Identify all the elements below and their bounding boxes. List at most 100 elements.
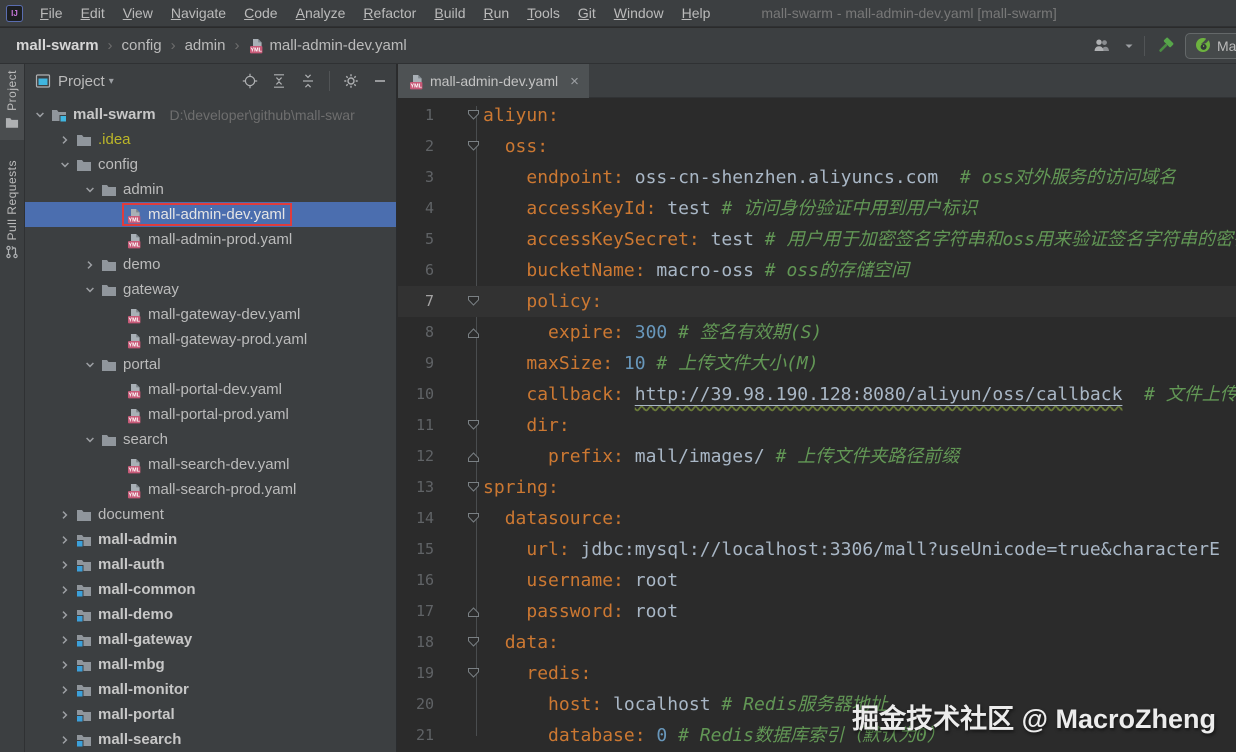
tree-item-gateway[interactable]: gateway [25,277,396,302]
code-line[interactable]: 13spring: [398,472,1236,503]
chevron-collapsed-icon[interactable] [56,583,74,597]
tree-item-demo[interactable]: demo [25,252,396,277]
menu-help[interactable]: Help [673,5,720,21]
tree-item-mall-search[interactable]: mall-search [25,727,396,752]
menu-edit[interactable]: Edit [72,5,114,21]
chevron-expanded-icon[interactable] [56,158,74,172]
menu-window[interactable]: Window [605,5,673,21]
select-opened-file-icon[interactable] [242,73,258,89]
tree-item-document[interactable]: document [25,502,396,527]
tree-item-admin[interactable]: admin [25,177,396,202]
chevron-expanded-icon[interactable] [81,358,99,372]
tree-item-mall-monitor[interactable]: mall-monitor [25,677,396,702]
code-line[interactable]: 16 username: root [398,565,1236,596]
close-tab-icon[interactable]: × [570,73,579,90]
menu-git[interactable]: Git [569,5,605,21]
tree-item-config[interactable]: config [25,152,396,177]
hide-tool-window-icon[interactable] [372,73,388,89]
chevron-down-icon[interactable] [1124,42,1134,50]
menu-analyze[interactable]: Analyze [287,5,355,21]
tree-item-mall-gateway-dev-yaml[interactable]: YMLmall-gateway-dev.yaml [25,302,396,327]
tree-item-mall-auth[interactable]: mall-auth [25,552,396,577]
tree-item-mall-gateway[interactable]: mall-gateway [25,627,396,652]
chevron-collapsed-icon[interactable] [56,533,74,547]
chevron-expanded-icon[interactable] [81,283,99,297]
chevron-collapsed-icon[interactable] [56,558,74,572]
chevron-collapsed-icon[interactable] [56,633,74,647]
chevron-collapsed-icon[interactable] [56,683,74,697]
expand-all-icon[interactable] [271,73,287,89]
tree-item-mall-portal-dev-yaml[interactable]: YMLmall-portal-dev.yaml [25,377,396,402]
editor-tab[interactable]: YML mall-admin-dev.yaml × [398,64,589,98]
chevron-collapsed-icon[interactable] [56,133,74,147]
tool-window-button-pull-requests[interactable]: Pull Requests [0,154,24,271]
fold-close-icon[interactable] [434,596,483,627]
code-line[interactable]: 15 url: jdbc:mysql://localhost:3306/mall… [398,534,1236,565]
chevron-collapsed-icon[interactable] [56,658,74,672]
menu-tools[interactable]: Tools [518,5,569,21]
tree-item-mall-swarm[interactable]: mall-swarmD:\developer\github\mall-swar [25,102,396,127]
chevron-collapsed-icon[interactable] [56,608,74,622]
code-line[interactable]: 12 prefix: mall/images/ # 上传文件夹路径前缀 [398,441,1236,472]
chevron-collapsed-icon[interactable] [56,733,74,747]
code-line[interactable]: 17 password: root [398,596,1236,627]
code-line[interactable]: 1aliyun: [398,100,1236,131]
tree-item-mall-admin-prod-yaml[interactable]: YMLmall-admin-prod.yaml [25,227,396,252]
tree-item-mall-portal[interactable]: mall-portal [25,702,396,727]
code-line[interactable]: 11 dir: [398,410,1236,441]
fold-open-icon[interactable] [434,472,483,503]
tree-item-mall-search-prod-yaml[interactable]: YMLmall-search-prod.yaml [25,477,396,502]
code-line[interactable]: 3 endpoint: oss-cn-shenzhen.aliyuncs.com… [398,162,1236,193]
code-line[interactable]: 14 datasource: [398,503,1236,534]
chevron-collapsed-icon[interactable] [56,508,74,522]
menu-refactor[interactable]: Refactor [354,5,425,21]
menu-file[interactable]: File [31,5,72,21]
breadcrumb-item[interactable]: config [122,37,162,54]
code-line[interactable]: 10 callback: http://39.98.190.128:8080/a… [398,379,1236,410]
tree-item-mall-search-dev-yaml[interactable]: YMLmall-search-dev.yaml [25,452,396,477]
tree-item-mall-demo[interactable]: mall-demo [25,602,396,627]
url-link[interactable]: http://39.98.190.128:8080/aliyun/oss/cal… [635,384,1123,405]
chevron-collapsed-icon[interactable] [81,258,99,272]
code-line[interactable]: 4 accessKeyId: test # 访问身份验证中用到用户标识 [398,193,1236,224]
fold-open-icon[interactable] [434,627,483,658]
fold-open-icon[interactable] [434,131,483,162]
collapse-all-icon[interactable] [300,73,316,89]
tree-item-mall-admin-dev-yaml[interactable]: YMLmall-admin-dev.yaml [25,202,396,227]
run-configuration-select[interactable]: MallA [1185,33,1236,59]
menu-run[interactable]: Run [474,5,518,21]
fold-open-icon[interactable] [434,658,483,689]
chevron-expanded-icon[interactable] [81,433,99,447]
code-line[interactable]: 9 maxSize: 10 # 上传文件大小(M) [398,348,1236,379]
code-editor[interactable]: 1aliyun:2 oss:3 endpoint: oss-cn-shenzhe… [398,98,1236,752]
code-line[interactable]: 2 oss: [398,131,1236,162]
code-line[interactable]: 19 redis: [398,658,1236,689]
chevron-expanded-icon[interactable] [31,108,49,122]
fold-open-icon[interactable] [434,410,483,441]
tool-window-button-project[interactable]: Project [0,64,24,140]
tree-item--idea[interactable]: .idea [25,127,396,152]
chevron-down-icon[interactable]: ▾ [109,76,114,87]
project-panel-title[interactable]: Project [58,73,105,90]
chevron-expanded-icon[interactable] [81,183,99,197]
code-line[interactable]: 7 policy: [398,286,1236,317]
tree-item-mall-admin[interactable]: mall-admin [25,527,396,552]
fold-open-icon[interactable] [434,503,483,534]
tree-item-portal[interactable]: portal [25,352,396,377]
tree-item-mall-mbg[interactable]: mall-mbg [25,652,396,677]
fold-close-icon[interactable] [434,441,483,472]
vcs-users-icon[interactable] [1092,38,1114,54]
tree-item-mall-portal-prod-yaml[interactable]: YMLmall-portal-prod.yaml [25,402,396,427]
tree-item-search[interactable]: search [25,427,396,452]
menu-view[interactable]: View [114,5,162,21]
menu-navigate[interactable]: Navigate [162,5,235,21]
build-hammer-icon[interactable] [1155,36,1175,56]
settings-gear-icon[interactable] [343,73,359,89]
menu-code[interactable]: Code [235,5,286,21]
fold-open-icon[interactable] [434,286,483,317]
tree-item-mall-common[interactable]: mall-common [25,577,396,602]
menu-build[interactable]: Build [425,5,474,21]
code-line[interactable]: 18 data: [398,627,1236,658]
code-line[interactable]: 8 expire: 300 # 签名有效期(S) [398,317,1236,348]
breadcrumb-item[interactable]: mall-swarm [16,37,99,54]
